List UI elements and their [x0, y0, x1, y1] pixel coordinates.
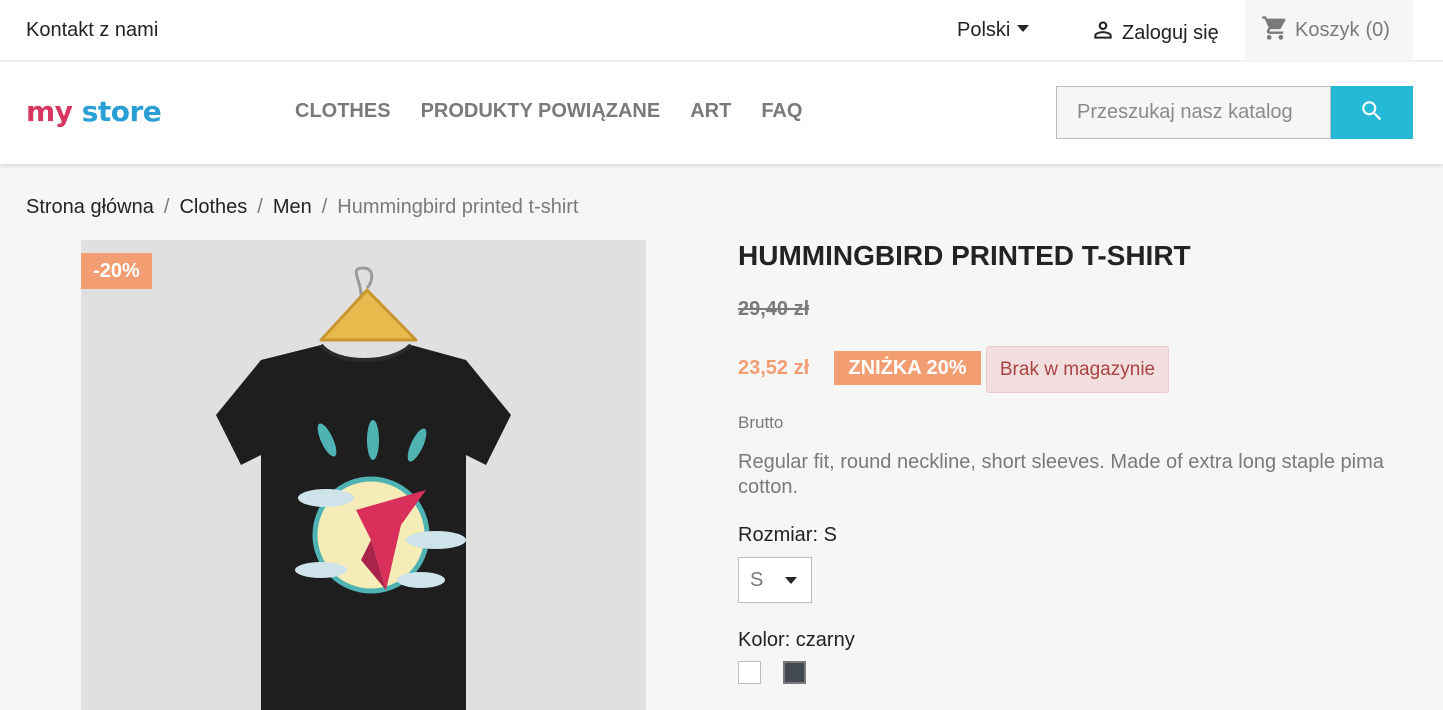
- color-label: Kolor: czarny: [738, 629, 855, 651]
- language-label: Polski: [957, 19, 1011, 41]
- cart-button[interactable]: Koszyk (0): [1245, 0, 1413, 61]
- main-header: my store CLOTHES PRODUKTY POWIĄZANE ART …: [0, 62, 1443, 164]
- tax-label: Brutto: [738, 413, 784, 432]
- tshirt-illustration: [81, 240, 646, 710]
- search-bar: [1056, 86, 1413, 139]
- cart-count: (0): [1365, 19, 1390, 41]
- size-select-value: S: [750, 568, 764, 591]
- user-icon: [1090, 17, 1116, 49]
- regular-price: 29,40 zł: [738, 298, 810, 320]
- product-image[interactable]: [81, 240, 646, 710]
- nav-art[interactable]: ART: [690, 100, 731, 123]
- breadcrumb-separator: /: [163, 196, 170, 218]
- search-icon: [1359, 98, 1385, 127]
- login-label: Zaloguj się: [1122, 21, 1219, 44]
- discount-flag: -20%: [81, 253, 152, 289]
- nav-faq[interactable]: FAQ: [761, 100, 802, 123]
- language-selector[interactable]: Polski: [957, 19, 1030, 42]
- size-select[interactable]: S: [738, 557, 812, 603]
- breadcrumb-clothes[interactable]: Clothes: [179, 196, 247, 219]
- main-nav: CLOTHES PRODUKTY POWIĄZANE ART FAQ: [295, 100, 802, 123]
- contact-link[interactable]: Kontakt z nami: [26, 19, 158, 42]
- caret-down-icon: [785, 577, 797, 584]
- nav-related-products[interactable]: PRODUKTY POWIĄZANE: [421, 100, 661, 123]
- breadcrumb: Strona główna / Clothes / Men / Hummingb…: [26, 196, 578, 219]
- search-button[interactable]: [1331, 86, 1413, 139]
- search-input[interactable]: [1056, 86, 1331, 139]
- size-label: Rozmiar: S: [738, 524, 837, 546]
- color-swatch-black[interactable]: [783, 661, 806, 684]
- breadcrumb-separator: /: [321, 196, 328, 218]
- shopping-cart-icon: [1261, 14, 1289, 48]
- logo-part-my: my: [26, 95, 73, 128]
- product-description: Regular fit, round neckline, short sleev…: [738, 451, 1384, 498]
- logo-part-store: store: [81, 95, 162, 128]
- breadcrumb-men[interactable]: Men: [273, 196, 312, 219]
- caret-down-icon: [1017, 25, 1030, 32]
- top-bar: Kontakt z nami Polski Zaloguj się Koszyk…: [0, 0, 1443, 61]
- color-swatch-white[interactable]: [738, 661, 761, 684]
- breadcrumb-home[interactable]: Strona główna: [26, 196, 154, 219]
- nav-clothes[interactable]: CLOTHES: [295, 100, 391, 123]
- stock-status-badge: Brak w magazynie: [986, 346, 1169, 393]
- product-title: Hummingbird printed t-shirt: [738, 240, 1191, 271]
- login-link[interactable]: Zaloguj się: [1090, 17, 1219, 49]
- cart-label: Koszyk: [1295, 19, 1360, 41]
- store-logo[interactable]: my store: [26, 95, 162, 128]
- breadcrumb-current: Hummingbird printed t-shirt: [337, 196, 579, 218]
- breadcrumb-separator: /: [257, 196, 263, 218]
- discount-badge: ZNIŻKA 20%: [834, 351, 981, 385]
- current-price: 23,52 zł: [738, 357, 810, 379]
